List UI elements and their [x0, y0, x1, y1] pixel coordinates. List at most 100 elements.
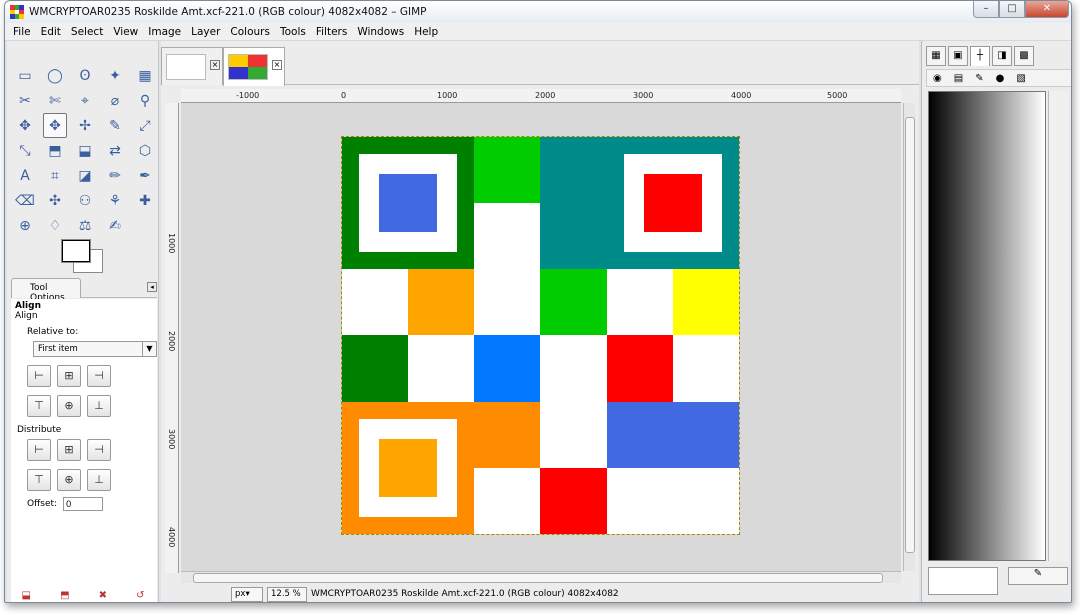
offset-input[interactable] — [63, 497, 104, 511]
tool-button-13[interactable]: ✎ — [103, 113, 127, 138]
zoom-select[interactable]: 12.5 % — [267, 586, 307, 602]
distribute-left-button[interactable]: ⊢ — [27, 439, 51, 461]
tool-button-15[interactable]: ⤡ — [13, 138, 37, 163]
palette-icon[interactable]: ▧ — [1016, 73, 1025, 84]
gradients-tab-icon[interactable]: ┼ — [970, 46, 990, 66]
tool-button-29[interactable]: ✚ — [133, 188, 157, 213]
tool-button-21[interactable]: ⌗ — [43, 163, 67, 188]
tool-button-7[interactable]: ⌖ — [73, 88, 97, 113]
distribute-middle-button[interactable]: ⊕ — [57, 469, 81, 491]
foreground-color-swatch[interactable] — [61, 239, 91, 263]
tool-button-28[interactable]: ⚘ — [103, 188, 127, 213]
tool-options-panel: Align Align Relative to: First item ▼ ⊢ … — [11, 299, 157, 602]
tool-button-27[interactable]: ⚇ — [73, 188, 97, 213]
distribute-bottom-button[interactable]: ⊥ — [87, 469, 111, 491]
tool-button-9[interactable]: ⚲ — [133, 88, 157, 113]
menu-edit[interactable]: Edit — [41, 26, 61, 38]
image-tab-2[interactable]: × — [223, 47, 285, 86]
vertical-ruler[interactable]: 1000 2000 3000 4000 — [165, 103, 179, 573]
tool-button-6[interactable]: ✄ — [43, 88, 67, 113]
tool-button-16[interactable]: ⬒ — [43, 138, 67, 163]
delete-options-icon[interactable]: ✖ — [99, 590, 107, 602]
tool-button-0[interactable]: ▭ — [13, 63, 37, 88]
horizontal-ruler[interactable]: -1000 0 1000 2000 3000 4000 5000 — [181, 89, 901, 103]
align-middle-button[interactable]: ⊕ — [57, 395, 81, 417]
image-tab-1[interactable]: × — [161, 47, 223, 85]
vertical-scrollbar[interactable] — [903, 103, 915, 571]
brushes-tab-icon[interactable]: ▣ — [948, 46, 968, 66]
tool-button-10[interactable]: ✥ — [13, 113, 37, 138]
patterns-tab-icon[interactable]: ▦ — [926, 46, 946, 66]
tool-button-30[interactable]: ⊕ — [13, 213, 37, 238]
align-right-button[interactable]: ⊣ — [87, 365, 111, 387]
paintbrush-icon[interactable]: ✎ — [975, 73, 983, 84]
minimize-button[interactable]: – — [973, 1, 999, 18]
tool-button-20[interactable]: A — [13, 163, 37, 188]
tool-button-34[interactable] — [133, 213, 157, 238]
tool-button-4[interactable]: ▦ — [133, 63, 157, 88]
gradient-preview[interactable] — [928, 91, 1046, 561]
layers-icon[interactable]: ◉ — [933, 73, 942, 84]
edit-gradient-button[interactable]: ✎ — [1008, 567, 1068, 585]
unit-select[interactable]: px▾ — [231, 586, 263, 602]
tool-button-8[interactable]: ⌀ — [103, 88, 127, 113]
distribute-right-button[interactable]: ⊣ — [87, 439, 111, 461]
align-bottom-button[interactable]: ⊥ — [87, 395, 111, 417]
tool-button-24[interactable]: ✒ — [133, 163, 157, 188]
menu-windows[interactable]: Windows — [357, 26, 404, 38]
tool-button-12[interactable]: ✢ — [73, 113, 97, 138]
tool-button-5[interactable]: ✂ — [13, 88, 37, 113]
menu-tools[interactable]: Tools — [280, 26, 306, 38]
menu-image[interactable]: Image — [148, 26, 181, 38]
fg-bg-colors[interactable] — [61, 239, 103, 275]
tool-button-11[interactable]: ✥ — [43, 113, 67, 138]
align-left-button[interactable]: ⊢ — [27, 365, 51, 387]
tool-button-32[interactable]: ⚖ — [73, 213, 97, 238]
tool-button-19[interactable]: ⬡ — [133, 138, 157, 163]
align-center-button[interactable]: ⊞ — [57, 365, 81, 387]
menu-colours[interactable]: Colours — [230, 26, 270, 38]
tool-button-26[interactable]: ✣ — [43, 188, 67, 213]
menu-file[interactable]: File — [13, 26, 31, 38]
relative-to-select[interactable]: First item ▼ — [33, 341, 157, 357]
palettes-tab-icon[interactable]: ▩ — [1014, 46, 1034, 66]
menu-filters[interactable]: Filters — [316, 26, 347, 38]
tool-button-18[interactable]: ⇄ — [103, 138, 127, 163]
maximize-button[interactable]: □ — [999, 1, 1025, 18]
tool-button-33[interactable]: ✍ — [103, 213, 127, 238]
tool-button-23[interactable]: ✏ — [103, 163, 127, 188]
tool-button-25[interactable]: ⌫ — [13, 188, 37, 213]
menu-view[interactable]: View — [113, 26, 138, 38]
ruler-label: 5000 — [827, 91, 848, 100]
gradient-swatch[interactable] — [928, 567, 998, 595]
close-button[interactable]: ✕ — [1025, 1, 1069, 18]
tool-button-31[interactable]: ♢ — [43, 213, 67, 238]
tool-button-2[interactable]: ʘ — [73, 63, 97, 88]
align-top-button[interactable]: ⊤ — [27, 395, 51, 417]
close-icon[interactable]: × — [210, 60, 220, 70]
distribute-center-button[interactable]: ⊞ — [57, 439, 81, 461]
horizontal-scrollbar[interactable] — [181, 571, 901, 583]
tab-menu-icon[interactable]: ◂ — [147, 282, 157, 292]
tool-button-1[interactable]: ◯ — [43, 63, 67, 88]
reset-options-icon[interactable]: ↺ — [136, 590, 144, 602]
save-options-icon[interactable]: ⬓ — [22, 590, 31, 602]
restore-options-icon[interactable]: ⬒ — [60, 590, 69, 602]
distribute-top-button[interactable]: ⊤ — [27, 469, 51, 491]
tool-button-17[interactable]: ⬓ — [73, 138, 97, 163]
tool-button-22[interactable]: ◪ — [73, 163, 97, 188]
tab-tool-options[interactable]: Tool Options — [11, 278, 81, 303]
image-canvas[interactable] — [181, 103, 901, 571]
dock-scrollbar[interactable] — [1048, 91, 1068, 561]
tool-button-14[interactable]: ⤢ — [133, 113, 157, 138]
channels-icon[interactable]: ▤ — [954, 73, 963, 84]
image-cell — [672, 467, 739, 534]
color-wheel-icon[interactable]: ● — [996, 73, 1005, 84]
gradient-preview-tab-icon[interactable]: ◨ — [992, 46, 1012, 66]
menu-select[interactable]: Select — [71, 26, 103, 38]
close-icon[interactable]: × — [272, 60, 282, 70]
ruler-label: -1000 — [236, 91, 260, 100]
tool-button-3[interactable]: ✦ — [103, 63, 127, 88]
menu-help[interactable]: Help — [414, 26, 438, 38]
menu-layer[interactable]: Layer — [191, 26, 220, 38]
